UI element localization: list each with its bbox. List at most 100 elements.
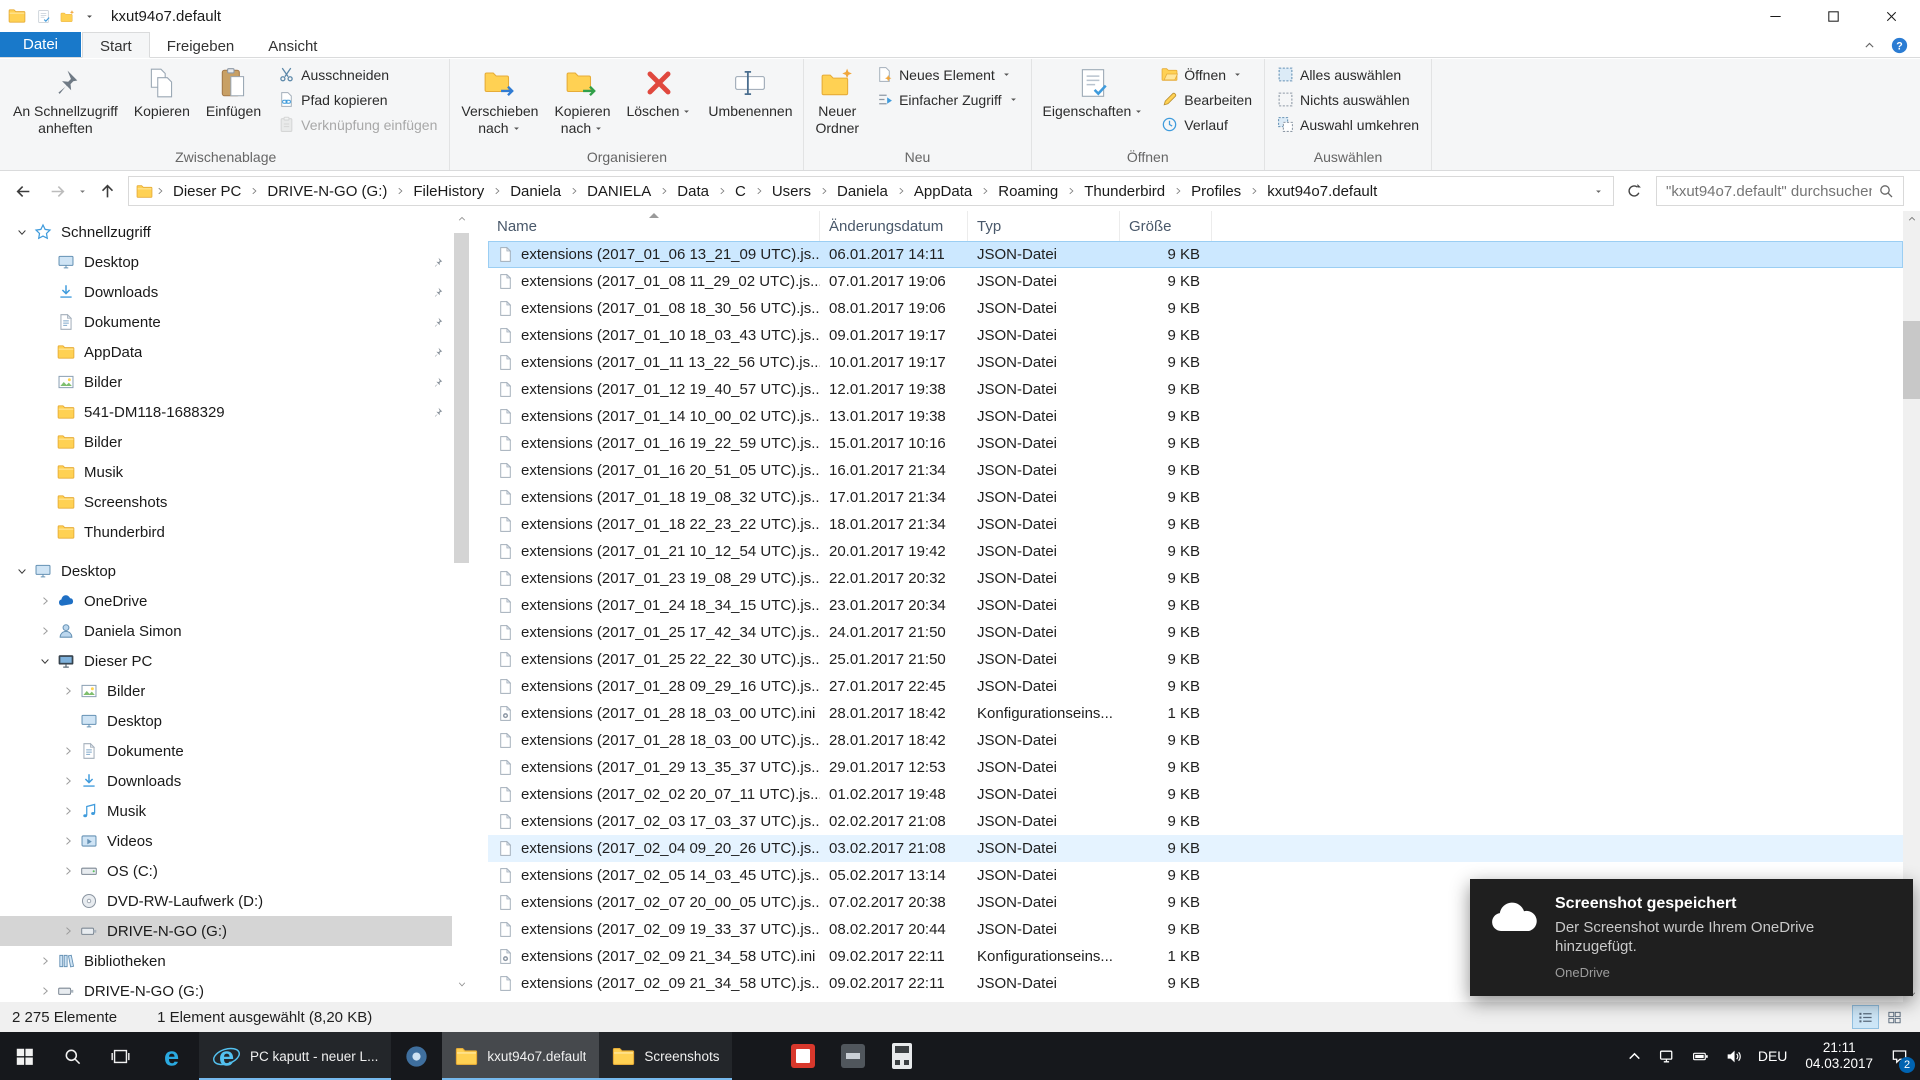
- help-icon[interactable]: [1891, 37, 1908, 54]
- chevron-right-icon[interactable]: [39, 955, 51, 967]
- sidebar-item[interactable]: Downloads: [0, 277, 452, 307]
- start-button[interactable]: [0, 1032, 48, 1080]
- sidebar-item[interactable]: Bilder: [0, 427, 452, 457]
- sidebar-item[interactable]: Desktop: [0, 247, 452, 277]
- ribbon-button[interactable]: Einfacher Zugriff: [869, 89, 1025, 110]
- file-row[interactable]: extensions (2017_01_16 19_22_59 UTC).js.…: [488, 430, 1903, 457]
- ribbon-button[interactable]: Umbenennen: [700, 61, 800, 147]
- volume-tray-icon[interactable]: [1717, 1032, 1750, 1080]
- sidebar-item[interactable]: Bilder: [0, 676, 452, 706]
- maximize-button[interactable]: [1804, 0, 1862, 32]
- file-row[interactable]: extensions (2017_01_11 13_22_56 UTC).js.…: [488, 349, 1903, 376]
- chevron-right-icon[interactable]: [62, 835, 74, 847]
- breadcrumb-separator-icon[interactable]: [395, 186, 405, 196]
- scrollbar-thumb[interactable]: [454, 233, 469, 563]
- language-indicator[interactable]: DEU: [1750, 1032, 1796, 1080]
- file-row[interactable]: extensions (2017_02_04 09_20_26 UTC).js.…: [488, 835, 1903, 862]
- sidebar-item[interactable]: Dokumente: [0, 736, 452, 766]
- tab-datei[interactable]: Datei: [0, 32, 82, 57]
- collapse-ribbon-icon[interactable]: [1863, 39, 1876, 52]
- breadcrumb-item[interactable]: Daniela: [829, 183, 896, 200]
- file-row[interactable]: extensions (2017_01_23 19_08_29 UTC).js.…: [488, 565, 1903, 592]
- ribbon-button[interactable]: Pfad kopieren: [271, 89, 444, 110]
- tab-freigeben[interactable]: Freigeben: [150, 32, 252, 57]
- clock[interactable]: 21:11 04.03.2017: [1795, 1040, 1883, 1072]
- ribbon-button[interactable]: Nichts auswählen: [1270, 89, 1426, 110]
- close-button[interactable]: [1862, 0, 1920, 32]
- chevron-right-icon[interactable]: [62, 865, 74, 877]
- breadcrumb-separator-icon[interactable]: [717, 186, 727, 196]
- ribbon-button[interactable]: An Schnellzugriff anheften: [5, 61, 126, 147]
- scrollbar-thumb[interactable]: [1903, 321, 1920, 399]
- ribbon-button[interactable]: Neues Element: [869, 64, 1025, 85]
- breadcrumb-item[interactable]: DRIVE-N-GO (G:): [259, 183, 395, 200]
- chevron-down-icon[interactable]: [16, 565, 28, 577]
- ribbon-button[interactable]: Einfügen: [198, 61, 269, 147]
- qat-properties-icon[interactable]: [36, 9, 51, 24]
- sidebar-item[interactable]: Bibliotheken: [0, 946, 452, 976]
- file-row[interactable]: extensions (2017_01_06 13_21_09 UTC).js.…: [488, 241, 1903, 268]
- file-row[interactable]: extensions (2017_01_14 10_00_02 UTC).js.…: [488, 403, 1903, 430]
- sidebar-item[interactable]: DRIVE-N-GO (G:): [0, 916, 452, 946]
- file-row[interactable]: extensions (2017_01_25 22_22_30 UTC).js.…: [488, 646, 1903, 673]
- ie-taskbar-button[interactable]: PC kaputt - neuer L...: [199, 1032, 392, 1080]
- ribbon-button[interactable]: Neuer Ordner: [807, 61, 867, 147]
- breadcrumb-separator-icon[interactable]: [1066, 186, 1076, 196]
- qat-customize-chevron-icon[interactable]: [84, 11, 95, 22]
- file-row[interactable]: extensions (2017_01_21 10_12_54 UTC).js.…: [488, 538, 1903, 565]
- sidebar-item[interactable]: Dieser PC: [0, 646, 452, 676]
- task-view-button[interactable]: [96, 1032, 144, 1080]
- sidebar-item[interactable]: Desktop: [0, 706, 452, 736]
- icons-view-button[interactable]: [1881, 1005, 1908, 1029]
- file-row[interactable]: extensions (2017_01_29 13_35_37 UTC).js.…: [488, 754, 1903, 781]
- breadcrumb-separator-icon[interactable]: [1249, 186, 1259, 196]
- breadcrumb-item[interactable]: Users: [764, 183, 819, 200]
- scroll-up-arrow[interactable]: [453, 211, 470, 227]
- breadcrumb-item[interactable]: Profiles: [1183, 183, 1249, 200]
- breadcrumb-separator-icon[interactable]: [659, 186, 669, 196]
- refresh-button[interactable]: [1618, 176, 1650, 206]
- column-header-date[interactable]: Änderungsdatum: [820, 211, 968, 241]
- search-box[interactable]: "kxut94o7.default" durchsuchen: [1656, 176, 1904, 206]
- ribbon-button[interactable]: Öffnen: [1154, 64, 1259, 85]
- sidebar-item[interactable]: Dokumente: [0, 307, 452, 337]
- chevron-right-icon[interactable]: [62, 685, 74, 697]
- file-row[interactable]: extensions (2017_01_10 18_03_43 UTC).js.…: [488, 322, 1903, 349]
- details-view-button[interactable]: [1852, 1005, 1879, 1029]
- sidebar-item[interactable]: AppData: [0, 337, 452, 367]
- chevron-right-icon[interactable]: [62, 775, 74, 787]
- qat-new-folder-icon[interactable]: [60, 9, 75, 24]
- address-bar[interactable]: Dieser PC DRIVE-N-GO (G:) FileHistory Danie…: [128, 176, 1614, 206]
- pinned-app-button[interactable]: [778, 1032, 828, 1080]
- pinned-app-button[interactable]: [828, 1032, 878, 1080]
- taskbar-search-button[interactable]: [48, 1032, 96, 1080]
- sidebar-item[interactable]: Musik: [0, 457, 452, 487]
- sidebar-item[interactable]: OS (C:): [0, 856, 452, 886]
- minimize-button[interactable]: [1746, 0, 1804, 32]
- file-row[interactable]: extensions (2017_01_24 18_34_15 UTC).js.…: [488, 592, 1903, 619]
- sidebar-item[interactable]: Downloads: [0, 766, 452, 796]
- chevron-down-icon[interactable]: [39, 655, 51, 667]
- search-icon[interactable]: [1878, 183, 1894, 199]
- sidebar-item[interactable]: Bilder: [0, 367, 452, 397]
- breadcrumb-separator-icon[interactable]: [754, 186, 764, 196]
- file-row[interactable]: extensions (2017_02_02 20_07_11 UTC).js.…: [488, 781, 1903, 808]
- breadcrumb-item[interactable]: FileHistory: [405, 183, 492, 200]
- ribbon-button[interactable]: Ausschneiden: [271, 64, 444, 85]
- file-row[interactable]: extensions (2017_01_08 18_30_56 UTC).js.…: [488, 295, 1903, 322]
- breadcrumb-separator-icon[interactable]: [492, 186, 502, 196]
- ribbon-button[interactable]: Kopieren: [126, 61, 198, 147]
- recent-locations-button[interactable]: [74, 176, 90, 206]
- file-row[interactable]: extensions (2017_02_03 17_03_37 UTC).js.…: [488, 808, 1903, 835]
- file-row[interactable]: extensions (2017_01_16 20_51_05 UTC).js.…: [488, 457, 1903, 484]
- breadcrumb-item[interactable]: kxut94o7.default: [1259, 183, 1385, 200]
- breadcrumb-separator-icon[interactable]: [819, 186, 829, 196]
- hidden-icons-button[interactable]: [1618, 1032, 1651, 1080]
- sidebar-item[interactable]: Desktop: [0, 556, 452, 586]
- breadcrumb-item[interactable]: AppData: [906, 183, 980, 200]
- breadcrumb-item[interactable]: Thunderbird: [1076, 183, 1173, 200]
- scroll-down-arrow[interactable]: [453, 976, 470, 992]
- ribbon-button[interactable]: Verlauf: [1154, 114, 1259, 135]
- column-header-type[interactable]: Typ: [968, 211, 1120, 241]
- sidebar-item[interactable]: OneDrive: [0, 586, 452, 616]
